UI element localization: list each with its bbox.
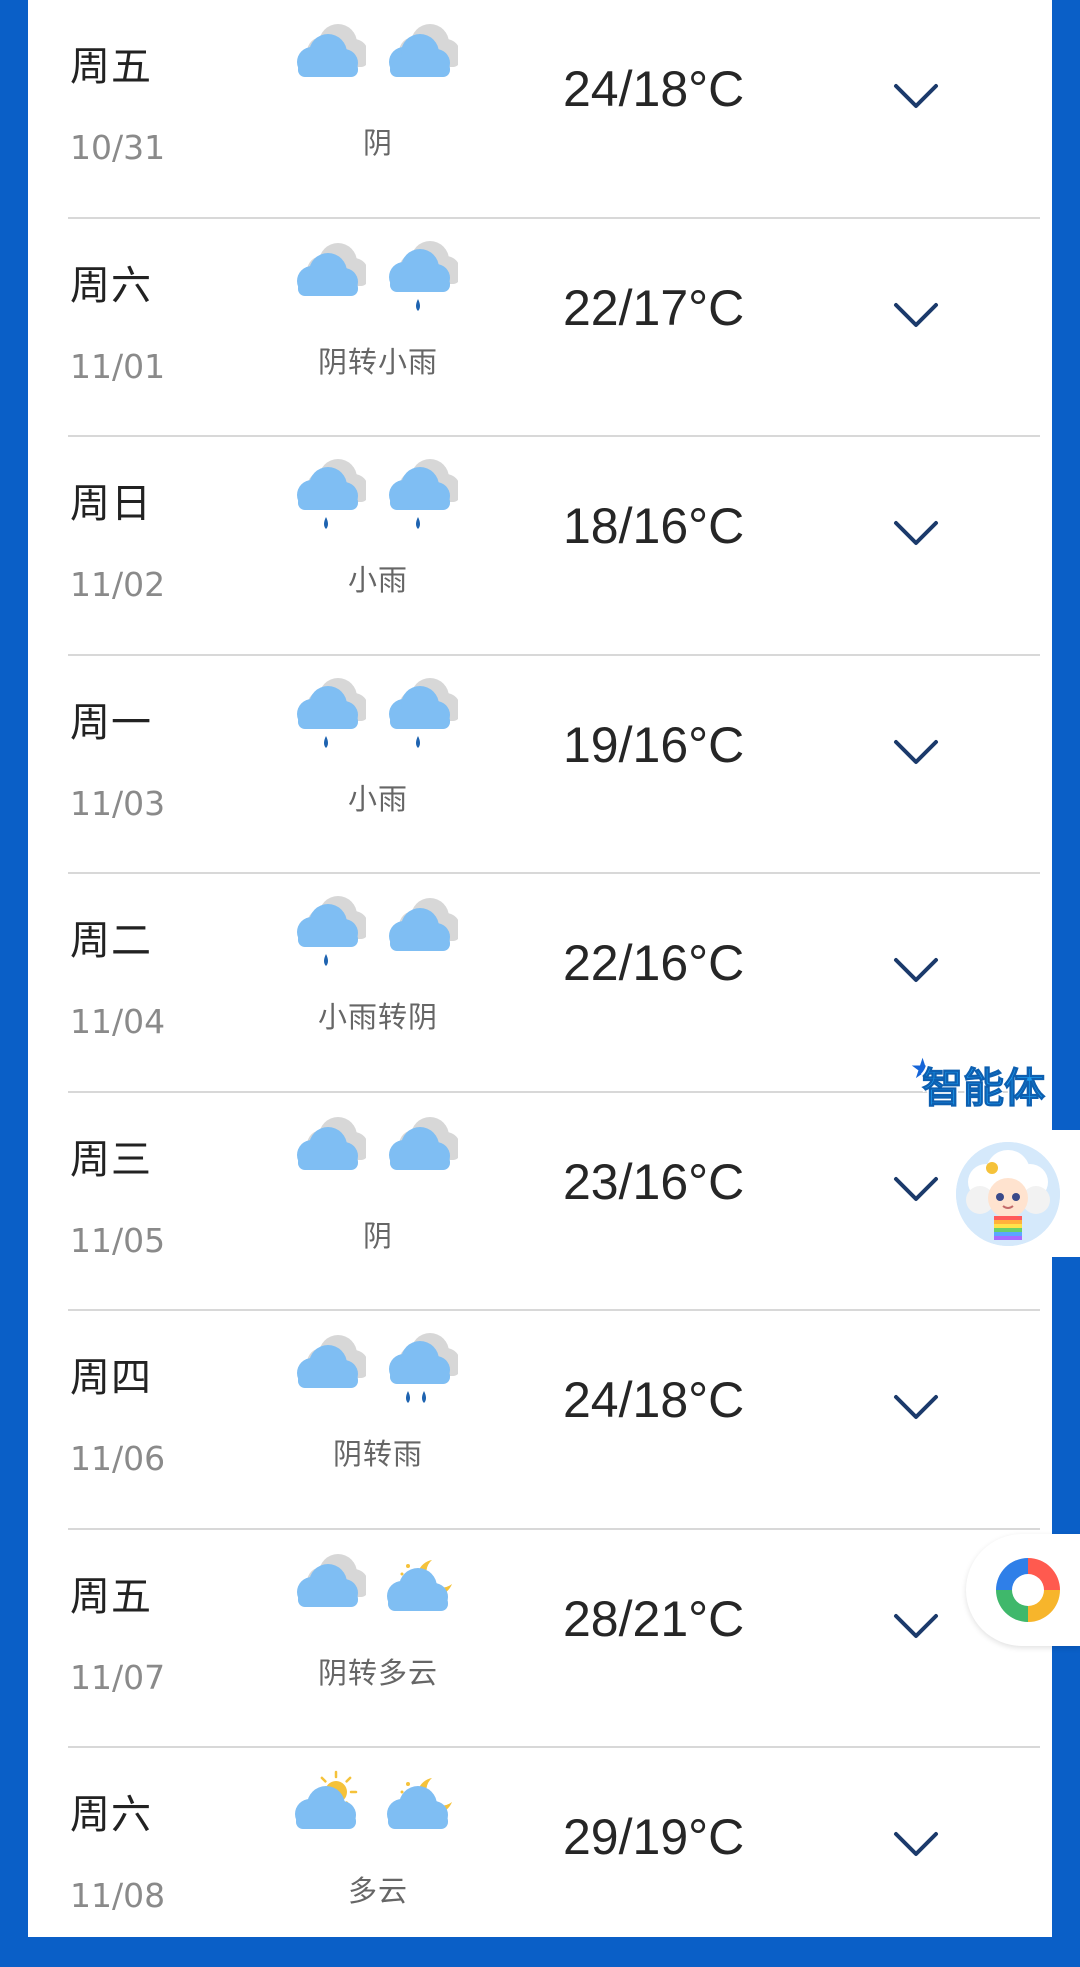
weather-icons — [286, 896, 486, 976]
forecast-row[interactable]: 周二 11/04 小雨转阴 22/16°C — [68, 874, 1040, 1093]
date-label: 11/08 — [70, 1876, 166, 1915]
ai-agent-widget[interactable]: ★ 智能体 — [908, 1052, 1080, 1257]
weather-icons — [286, 1115, 486, 1195]
partly-cloudy-night-icon — [378, 1770, 458, 1850]
weekday-label: 周一 — [70, 699, 152, 746]
temperature-range: 24/18°C — [563, 1372, 745, 1428]
condition-text: 多云 — [347, 1874, 408, 1908]
forecast-row[interactable]: 周五 10/31 阴 24/18°C — [68, 0, 1040, 219]
chevron-down-icon[interactable] — [890, 295, 942, 335]
chevron-down-icon[interactable] — [890, 1387, 942, 1427]
condition-text: 阴 — [362, 126, 393, 160]
forecast-row[interactable]: 周日 11/02 小雨 18/16°C — [68, 437, 1040, 656]
forecast-row[interactable]: 周六 11/01 阴转小雨 22/17°C — [68, 219, 1040, 437]
date-label: 11/07 — [70, 1657, 166, 1697]
rain-icon — [286, 896, 368, 976]
rain-heavy-icon — [378, 1333, 460, 1413]
right-blue-border — [1052, 0, 1080, 1937]
cloudy-icon — [378, 896, 460, 976]
weekday-label: 周六 — [70, 262, 152, 309]
weather-icons — [286, 1770, 486, 1850]
condition-text: 小雨 — [347, 781, 408, 816]
weekday-label: 周四 — [70, 1355, 152, 1401]
forecast-row[interactable]: 周三 11/05 阴 23/16°C — [68, 1093, 1040, 1311]
weekday-label: 周五 — [70, 1573, 152, 1620]
weather-icons — [286, 1552, 486, 1632]
date-label: 11/02 — [70, 565, 166, 604]
condition-text: 小雨 — [347, 563, 408, 597]
partly-cloudy-night-icon — [378, 1552, 458, 1632]
condition-text: 阴转多云 — [317, 1655, 438, 1690]
forecast-row[interactable]: 周六 11/08 多云 29/19°C — [68, 1748, 1040, 1967]
temperature-range: 22/16°C — [563, 935, 745, 991]
date-label: 11/04 — [70, 1002, 166, 1041]
rain-icon — [286, 459, 368, 539]
chevron-down-icon[interactable] — [890, 1824, 942, 1864]
assistant-logo-button[interactable] — [966, 1534, 1080, 1646]
weekday-label: 周二 — [70, 918, 152, 964]
cloudy-icon — [286, 1115, 368, 1195]
cloudy-icon — [286, 1333, 368, 1413]
cloudy-icon — [286, 22, 368, 102]
rain-icon — [286, 677, 368, 758]
weather-icons — [286, 1333, 486, 1413]
partly-cloudy-day-icon — [286, 1770, 366, 1850]
temperature-range: 28/21°C — [563, 1590, 745, 1647]
chevron-down-icon[interactable] — [890, 732, 942, 772]
rain-icon — [378, 459, 460, 539]
date-label: 11/06 — [70, 1439, 166, 1478]
cloudy-icon — [378, 1115, 460, 1195]
weather-icons — [286, 22, 486, 102]
swirl-logo-icon — [996, 1558, 1060, 1622]
weekday-label: 周日 — [70, 481, 152, 527]
weather-icons — [286, 459, 486, 539]
temperature-range: 29/19°C — [563, 1809, 745, 1865]
chevron-down-icon[interactable] — [890, 513, 942, 553]
condition-text: 阴 — [362, 1218, 393, 1253]
condition-text: 阴转小雨 — [317, 344, 438, 379]
temperature-range: 23/16°C — [563, 1153, 745, 1210]
chevron-down-icon[interactable] — [890, 950, 942, 990]
cloudy-icon — [286, 241, 368, 321]
left-blue-border — [0, 0, 28, 1937]
forecast-row[interactable]: 周一 11/03 小雨 19/16°C — [68, 656, 1040, 874]
forecast-row[interactable]: 周四 11/06 阴转雨 24/18°C — [68, 1311, 1040, 1530]
temperature-range: 22/17°C — [563, 279, 745, 336]
weather-icons — [286, 240, 486, 321]
weekday-label: 周三 — [70, 1136, 152, 1183]
weekday-label: 周五 — [70, 44, 152, 90]
condition-text: 小雨转阴 — [317, 1000, 438, 1034]
temperature-range: 19/16°C — [563, 716, 745, 773]
date-label: 11/03 — [70, 783, 166, 823]
forecast-panel: 周五 10/31 阴 24/18°C 周六 11/01 阴转小雨 22/17°C… — [28, 0, 1052, 1937]
weather-icons — [286, 677, 486, 758]
chevron-down-icon[interactable] — [890, 1606, 942, 1646]
forecast-row[interactable]: 周五 11/07 阴转多云 28/21°C — [68, 1530, 1040, 1748]
forecast-list: 周五 10/31 阴 24/18°C 周六 11/01 阴转小雨 22/17°C… — [68, 0, 1040, 1967]
agent-avatar[interactable] — [956, 1142, 1060, 1246]
temperature-range: 18/16°C — [563, 498, 745, 554]
chevron-down-icon[interactable] — [890, 76, 942, 116]
date-label: 11/01 — [70, 346, 166, 386]
condition-text: 阴转雨 — [332, 1437, 423, 1471]
date-label: 10/31 — [70, 128, 166, 167]
agent-label: 智能体 — [922, 1064, 1046, 1113]
weekday-label: 周六 — [70, 1792, 152, 1838]
rain-icon — [378, 240, 460, 321]
temperature-range: 24/18°C — [563, 61, 745, 117]
rain-icon — [378, 677, 460, 758]
cloudy-icon — [378, 22, 460, 102]
date-label: 11/05 — [70, 1220, 166, 1260]
cloudy-icon — [286, 1552, 368, 1632]
